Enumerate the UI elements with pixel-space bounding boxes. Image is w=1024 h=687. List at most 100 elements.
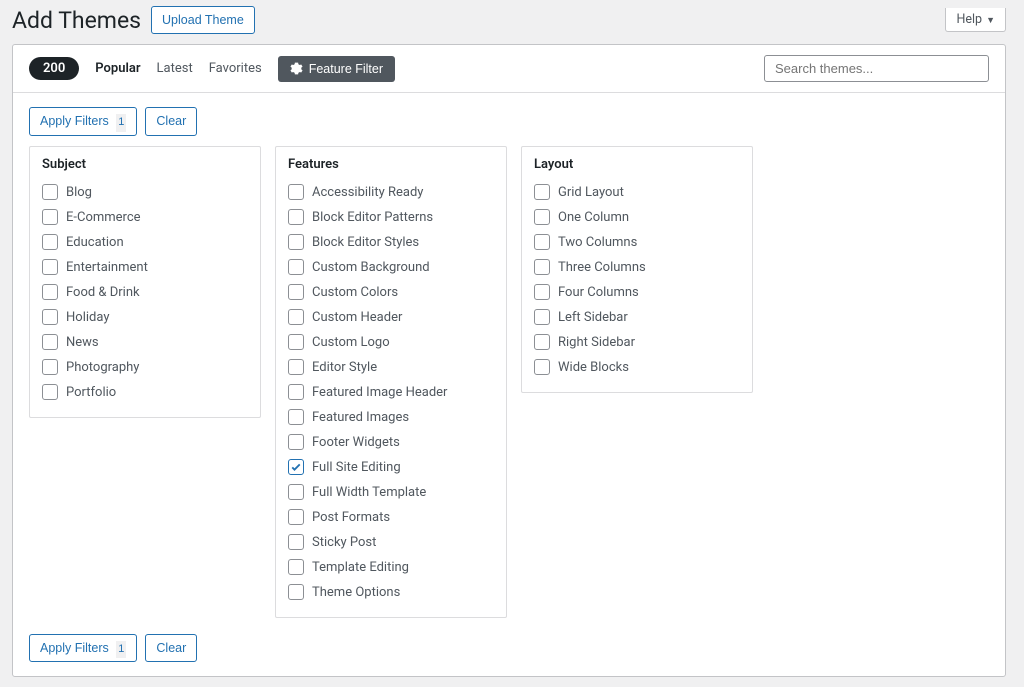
checkbox-icon [288, 559, 304, 575]
filter-option[interactable]: Portfolio [42, 380, 248, 405]
filter-option[interactable]: Three Columns [534, 255, 740, 280]
filter-group-subject: Subject Blog E-Commerce Education Entertain… [29, 146, 261, 418]
checkbox-icon [288, 509, 304, 525]
filter-option[interactable]: Post Formats [288, 505, 494, 530]
filter-option[interactable]: Custom Logo [288, 330, 494, 355]
filter-option[interactable]: Featured Images [288, 405, 494, 430]
filter-group-title: Subject [30, 147, 260, 180]
checkbox-icon [288, 534, 304, 550]
filter-option[interactable]: Right Sidebar [534, 330, 740, 355]
filter-option-label: Blog [66, 185, 92, 200]
filter-option-label: Full Width Template [312, 485, 426, 500]
apply-filters-button[interactable]: Apply Filters 1 [29, 107, 137, 136]
filter-option-label: E-Commerce [66, 210, 141, 225]
filter-option[interactable]: Custom Colors [288, 280, 494, 305]
checkbox-icon [42, 284, 58, 300]
filter-option[interactable]: Two Columns [534, 230, 740, 255]
filter-option[interactable]: Theme Options [288, 580, 494, 605]
filter-option[interactable]: Left Sidebar [534, 305, 740, 330]
filter-option[interactable]: Sticky Post [288, 530, 494, 555]
apply-filters-button[interactable]: Apply Filters 1 [29, 634, 137, 663]
checkbox-icon [288, 484, 304, 500]
filter-option[interactable]: Grid Layout [534, 180, 740, 205]
filter-option-label: Grid Layout [558, 185, 624, 200]
filter-option[interactable]: Photography [42, 355, 248, 380]
filter-option[interactable]: Footer Widgets [288, 430, 494, 455]
filter-option-label: Four Columns [558, 285, 639, 300]
filter-option[interactable]: Editor Style [288, 355, 494, 380]
filter-option[interactable]: Custom Background [288, 255, 494, 280]
filter-option[interactable]: Blog [42, 180, 248, 205]
checkbox-icon [42, 334, 58, 350]
filter-option[interactable]: Full Width Template [288, 480, 494, 505]
theme-count-pill: 200 [29, 57, 79, 80]
checkbox-icon [288, 259, 304, 275]
filter-group-title: Features [276, 147, 506, 180]
checkbox-icon [288, 359, 304, 375]
checkbox-icon [534, 184, 550, 200]
filter-option[interactable]: Template Editing [288, 555, 494, 580]
filter-option[interactable]: E-Commerce [42, 205, 248, 230]
chevron-down-icon: ▼ [986, 15, 995, 26]
filter-option[interactable]: Holiday [42, 305, 248, 330]
checkbox-icon [288, 284, 304, 300]
filter-option[interactable]: Block Editor Styles [288, 230, 494, 255]
checkbox-icon [288, 209, 304, 225]
filter-group-layout: Layout Grid LayoutOne ColumnTwo ColumnsT… [521, 146, 753, 393]
clear-button[interactable]: Clear [145, 107, 197, 136]
help-tab[interactable]: Help ▼ [945, 8, 1006, 32]
filter-option-label: Post Formats [312, 510, 390, 525]
filter-option[interactable]: Custom Header [288, 305, 494, 330]
filter-option[interactable]: One Column [534, 205, 740, 230]
search-input[interactable] [764, 55, 989, 82]
tab-latest[interactable]: Latest [157, 61, 193, 76]
filter-option-label: Portfolio [66, 385, 116, 400]
filter-option-label: Custom Logo [312, 335, 390, 350]
checkbox-icon [288, 584, 304, 600]
feature-filter-button[interactable]: Feature Filter [278, 56, 395, 82]
filter-option-label: Right Sidebar [558, 335, 635, 350]
checkbox-icon [288, 234, 304, 250]
filter-option-label: Block Editor Patterns [312, 210, 433, 225]
filter-option-label: Entertainment [66, 260, 148, 275]
filter-option[interactable]: Food & Drink [42, 280, 248, 305]
filter-option-label: Footer Widgets [312, 435, 400, 450]
checkbox-icon [534, 309, 550, 325]
filter-option-label: News [66, 335, 99, 350]
filter-option-label: Holiday [66, 310, 109, 325]
upload-theme-button[interactable]: Upload Theme [151, 6, 255, 34]
clear-button[interactable]: Clear [145, 634, 197, 663]
tab-favorites[interactable]: Favorites [209, 61, 262, 76]
apply-filters-label: Apply Filters [40, 114, 109, 128]
checkbox-icon [534, 234, 550, 250]
filter-option[interactable]: Featured Image Header [288, 380, 494, 405]
filter-option-label: Block Editor Styles [312, 235, 419, 250]
filter-option[interactable]: Entertainment [42, 255, 248, 280]
checkbox-icon [42, 234, 58, 250]
filter-option-label: Left Sidebar [558, 310, 628, 325]
filter-option-label: Full Site Editing [312, 460, 401, 475]
page-title: Add Themes [12, 7, 141, 34]
apply-count-badge: 1 [116, 114, 126, 132]
filter-option[interactable]: News [42, 330, 248, 355]
filter-option-label: Education [66, 235, 124, 250]
checkbox-icon [534, 209, 550, 225]
filter-option[interactable]: Wide Blocks [534, 355, 740, 380]
filter-option-label: Theme Options [312, 585, 400, 600]
filter-option[interactable]: Education [42, 230, 248, 255]
filter-option-label: Food & Drink [66, 285, 140, 300]
checkbox-icon [534, 259, 550, 275]
tab-popular[interactable]: Popular [95, 61, 140, 76]
filter-option[interactable]: Accessibility Ready [288, 180, 494, 205]
checkbox-icon [42, 309, 58, 325]
checkbox-icon [288, 334, 304, 350]
checkbox-icon [288, 434, 304, 450]
filter-option-label: Three Columns [558, 260, 646, 275]
filter-option[interactable]: Block Editor Patterns [288, 205, 494, 230]
filter-option-label: Featured Images [312, 410, 409, 425]
filter-option[interactable]: Four Columns [534, 280, 740, 305]
filter-option[interactable]: Full Site Editing [288, 455, 494, 480]
filter-option-label: Custom Background [312, 260, 430, 275]
checkbox-icon [288, 184, 304, 200]
checkbox-icon [288, 309, 304, 325]
